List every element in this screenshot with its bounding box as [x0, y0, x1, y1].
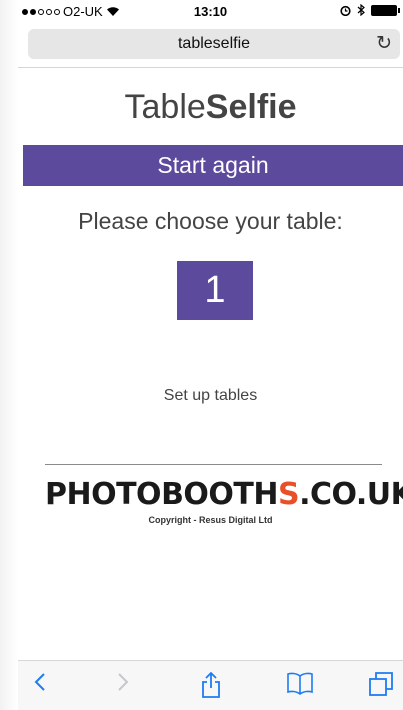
status-right: [340, 4, 400, 16]
photobooths-logo: PHOTOBOOTHS.CO.UK: [45, 477, 403, 512]
browser-top-divider: [18, 67, 403, 68]
forward-icon[interactable]: [103, 671, 143, 701]
share-icon[interactable]: [191, 671, 231, 701]
status-bar: O2-UK 13:10: [18, 0, 403, 24]
start-again-button[interactable]: Start again: [23, 145, 403, 186]
bluetooth-icon: [357, 4, 365, 16]
choose-table-prompt: Please choose your table:: [78, 208, 343, 234]
battery-icon: [371, 4, 400, 16]
browser-toolbar: [18, 660, 403, 710]
reload-icon[interactable]: ↻: [376, 32, 392, 55]
bookmarks-icon[interactable]: [280, 671, 320, 701]
table-1-button[interactable]: 1: [177, 261, 253, 320]
tabs-icon[interactable]: [361, 671, 401, 701]
copyright-text: Copyright - Resus Digital Ltd: [148, 515, 273, 525]
url-text[interactable]: tableselfie: [28, 35, 400, 53]
title-part-table: Table: [124, 88, 206, 126]
back-icon[interactable]: [20, 671, 60, 701]
frame-left-edge: [0, 0, 18, 710]
footer-divider: [45, 464, 382, 465]
device-frame: O2-UK 13:10 tableselfie ↻ TableSelfie St…: [0, 0, 403, 710]
setup-tables-link[interactable]: Set up tables: [18, 387, 403, 405]
address-bar[interactable]: tableselfie ↻: [28, 29, 400, 59]
title-part-selfie: Selfie: [205, 88, 297, 126]
browser-screen: O2-UK 13:10 tableselfie ↻ TableSelfie St…: [18, 0, 403, 710]
page-title: TableSelfie: [18, 88, 403, 127]
alarm-icon: [340, 5, 351, 16]
